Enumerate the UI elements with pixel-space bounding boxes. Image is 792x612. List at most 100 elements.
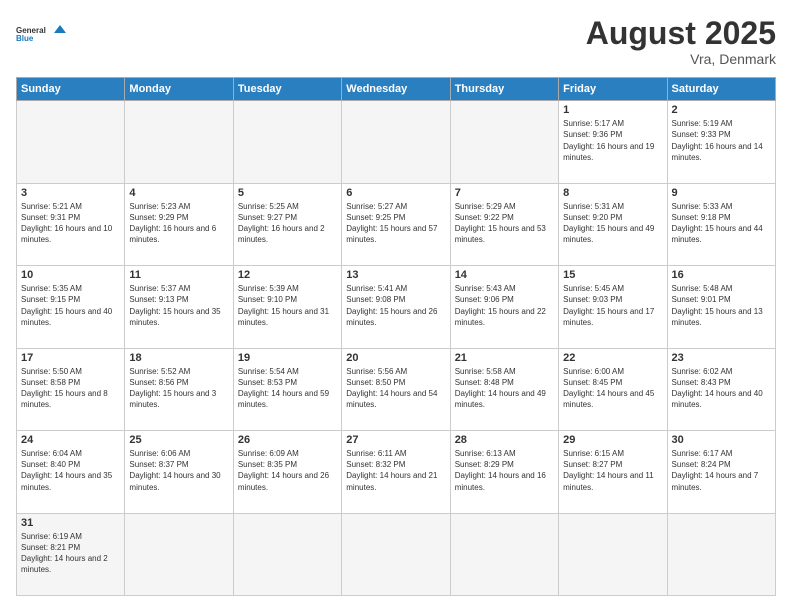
- header-friday: Friday: [559, 78, 667, 101]
- cell-text-4-1: Sunrise: 6:06 AM Sunset: 8:37 PM Dayligh…: [129, 448, 228, 493]
- day-number-29: 29: [563, 434, 662, 446]
- cell-text-3-0: Sunrise: 5:50 AM Sunset: 8:58 PM Dayligh…: [21, 366, 120, 411]
- cell-3-1: 18 Sunrise: 5:52 AM Sunset: 8:56 PM Dayli…: [125, 348, 233, 430]
- cell-0-0: [17, 101, 125, 183]
- cell-5-4: [450, 513, 558, 595]
- day-number-25: 25: [129, 434, 228, 446]
- cell-3-5: 22 Sunrise: 6:00 AM Sunset: 8:45 PM Dayli…: [559, 348, 667, 430]
- day-number-19: 19: [238, 352, 337, 364]
- cell-text-1-4: Sunrise: 5:29 AM Sunset: 9:22 PM Dayligh…: [455, 201, 554, 246]
- day-number-27: 27: [346, 434, 445, 446]
- cell-text-4-0: Sunrise: 6:04 AM Sunset: 8:40 PM Dayligh…: [21, 448, 120, 493]
- cell-text-4-6: Sunrise: 6:17 AM Sunset: 8:24 PM Dayligh…: [672, 448, 771, 493]
- week-row-2: 10Sunrise: 5:35 AM Sunset: 9:15 PM Dayli…: [17, 266, 776, 348]
- header: General Blue August 2025 Vra, Denmark: [16, 16, 776, 67]
- cell-0-5: 1 Sunrise: 5:17 AM Sunset: 9:36 PM Daylig…: [559, 101, 667, 183]
- cell-1-0: 3Sunrise: 5:21 AM Sunset: 9:31 PM Daylig…: [17, 183, 125, 265]
- cell-5-0: 31Sunrise: 6:19 AM Sunset: 8:21 PM Dayli…: [17, 513, 125, 595]
- cell-text-5-0: Sunrise: 6:19 AM Sunset: 8:21 PM Dayligh…: [21, 531, 120, 576]
- cell-1-3: 6 Sunrise: 5:27 AM Sunset: 9:25 PM Daylig…: [342, 183, 450, 265]
- cell-2-4: 14 Sunrise: 5:43 AM Sunset: 9:06 PM Dayli…: [450, 266, 558, 348]
- cell-3-4: 21 Sunrise: 5:58 AM Sunset: 8:48 PM Dayli…: [450, 348, 558, 430]
- cell-3-6: 23 Sunrise: 6:02 AM Sunset: 8:43 PM Dayli…: [667, 348, 775, 430]
- location: Vra, Denmark: [586, 51, 776, 67]
- cell-0-3: [342, 101, 450, 183]
- cell-text-4-3: Sunrise: 6:11 AM Sunset: 8:32 PM Dayligh…: [346, 448, 445, 493]
- cell-text-0-5: Sunrise: 5:17 AM Sunset: 9:36 PM Dayligh…: [563, 118, 662, 163]
- day-number-1: 1: [563, 104, 662, 116]
- cell-4-2: 26 Sunrise: 6:09 AM Sunset: 8:35 PM Dayli…: [233, 431, 341, 513]
- weekday-header-row: Sunday Monday Tuesday Wednesday Thursday…: [17, 78, 776, 101]
- cell-text-3-1: Sunrise: 5:52 AM Sunset: 8:56 PM Dayligh…: [129, 366, 228, 411]
- day-number-14: 14: [455, 269, 554, 281]
- cell-2-3: 13 Sunrise: 5:41 AM Sunset: 9:08 PM Dayli…: [342, 266, 450, 348]
- cell-text-3-4: Sunrise: 5:58 AM Sunset: 8:48 PM Dayligh…: [455, 366, 554, 411]
- cell-1-1: 4 Sunrise: 5:23 AM Sunset: 9:29 PM Daylig…: [125, 183, 233, 265]
- svg-text:Blue: Blue: [16, 34, 34, 43]
- week-row-4: 24 Sunrise: 6:04 AM Sunset: 8:40 PM Dayli…: [17, 431, 776, 513]
- cell-5-1: [125, 513, 233, 595]
- cell-3-3: 20 Sunrise: 5:56 AM Sunset: 8:50 PM Dayli…: [342, 348, 450, 430]
- cell-text-1-3: Sunrise: 5:27 AM Sunset: 9:25 PM Dayligh…: [346, 201, 445, 246]
- title-area: August 2025 Vra, Denmark: [586, 16, 776, 67]
- day-number-6: 6: [346, 187, 445, 199]
- cell-text-2-1: Sunrise: 5:37 AM Sunset: 9:13 PM Dayligh…: [129, 283, 228, 328]
- day-number-16: 16: [672, 269, 771, 281]
- logo: General Blue: [16, 16, 66, 52]
- cell-2-6: 16Sunrise: 5:48 AM Sunset: 9:01 PM Dayli…: [667, 266, 775, 348]
- cell-text-4-2: Sunrise: 6:09 AM Sunset: 8:35 PM Dayligh…: [238, 448, 337, 493]
- week-row-5: 31Sunrise: 6:19 AM Sunset: 8:21 PM Dayli…: [17, 513, 776, 595]
- day-number-22: 22: [563, 352, 662, 364]
- day-number-8: 8: [563, 187, 662, 199]
- cell-5-6: [667, 513, 775, 595]
- cell-3-0: 17 Sunrise: 5:50 AM Sunset: 8:58 PM Dayli…: [17, 348, 125, 430]
- cell-2-2: 12Sunrise: 5:39 AM Sunset: 9:10 PM Dayli…: [233, 266, 341, 348]
- cell-1-6: 9 Sunrise: 5:33 AM Sunset: 9:18 PM Daylig…: [667, 183, 775, 265]
- cell-text-0-6: Sunrise: 5:19 AM Sunset: 9:33 PM Dayligh…: [672, 118, 771, 163]
- day-number-17: 17: [21, 352, 120, 364]
- cell-1-4: 7 Sunrise: 5:29 AM Sunset: 9:22 PM Daylig…: [450, 183, 558, 265]
- cell-text-1-6: Sunrise: 5:33 AM Sunset: 9:18 PM Dayligh…: [672, 201, 771, 246]
- day-number-21: 21: [455, 352, 554, 364]
- day-number-13: 13: [346, 269, 445, 281]
- cell-text-3-5: Sunrise: 6:00 AM Sunset: 8:45 PM Dayligh…: [563, 366, 662, 411]
- day-number-12: 12: [238, 269, 337, 281]
- header-thursday: Thursday: [450, 78, 558, 101]
- day-number-18: 18: [129, 352, 228, 364]
- cell-text-2-3: Sunrise: 5:41 AM Sunset: 9:08 PM Dayligh…: [346, 283, 445, 328]
- day-number-26: 26: [238, 434, 337, 446]
- cell-4-0: 24 Sunrise: 6:04 AM Sunset: 8:40 PM Dayli…: [17, 431, 125, 513]
- day-number-11: 11: [129, 269, 228, 281]
- cell-4-5: 29Sunrise: 6:15 AM Sunset: 8:27 PM Dayli…: [559, 431, 667, 513]
- cell-3-2: 19Sunrise: 5:54 AM Sunset: 8:53 PM Dayli…: [233, 348, 341, 430]
- cell-2-5: 15Sunrise: 5:45 AM Sunset: 9:03 PM Dayli…: [559, 266, 667, 348]
- day-number-2: 2: [672, 104, 771, 116]
- day-number-20: 20: [346, 352, 445, 364]
- month-title: August 2025: [586, 16, 776, 51]
- cell-text-4-4: Sunrise: 6:13 AM Sunset: 8:29 PM Dayligh…: [455, 448, 554, 493]
- cell-0-6: 2 Sunrise: 5:19 AM Sunset: 9:33 PM Daylig…: [667, 101, 775, 183]
- day-number-9: 9: [672, 187, 771, 199]
- header-sunday: Sunday: [17, 78, 125, 101]
- day-number-28: 28: [455, 434, 554, 446]
- cell-text-2-5: Sunrise: 5:45 AM Sunset: 9:03 PM Dayligh…: [563, 283, 662, 328]
- day-number-30: 30: [672, 434, 771, 446]
- cell-text-1-0: Sunrise: 5:21 AM Sunset: 9:31 PM Dayligh…: [21, 201, 120, 246]
- cell-4-4: 28 Sunrise: 6:13 AM Sunset: 8:29 PM Dayli…: [450, 431, 558, 513]
- cell-0-2: [233, 101, 341, 183]
- cell-text-2-4: Sunrise: 5:43 AM Sunset: 9:06 PM Dayligh…: [455, 283, 554, 328]
- logo-svg: General Blue: [16, 16, 66, 52]
- cell-text-1-1: Sunrise: 5:23 AM Sunset: 9:29 PM Dayligh…: [129, 201, 228, 246]
- cell-2-1: 11 Sunrise: 5:37 AM Sunset: 9:13 PM Dayli…: [125, 266, 233, 348]
- week-row-1: 3Sunrise: 5:21 AM Sunset: 9:31 PM Daylig…: [17, 183, 776, 265]
- day-number-4: 4: [129, 187, 228, 199]
- cell-text-1-2: Sunrise: 5:25 AM Sunset: 9:27 PM Dayligh…: [238, 201, 337, 246]
- day-number-24: 24: [21, 434, 120, 446]
- cell-text-3-3: Sunrise: 5:56 AM Sunset: 8:50 PM Dayligh…: [346, 366, 445, 411]
- day-number-7: 7: [455, 187, 554, 199]
- cell-5-2: [233, 513, 341, 595]
- day-number-23: 23: [672, 352, 771, 364]
- day-number-10: 10: [21, 269, 120, 281]
- calendar-table: Sunday Monday Tuesday Wednesday Thursday…: [16, 77, 776, 596]
- cell-text-3-6: Sunrise: 6:02 AM Sunset: 8:43 PM Dayligh…: [672, 366, 771, 411]
